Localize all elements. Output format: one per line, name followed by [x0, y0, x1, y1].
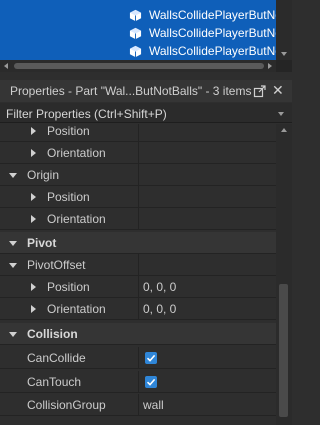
property-row-cantouch[interactable]: CanTouch [0, 371, 276, 393]
scroll-right-icon[interactable] [268, 63, 272, 69]
column-divider [138, 298, 139, 320]
column-divider [138, 124, 139, 142]
filter-properties-input[interactable] [6, 106, 276, 121]
property-label: CanTouch [27, 375, 82, 389]
column-divider [138, 208, 139, 230]
property-label: Orientation [47, 212, 106, 226]
explorer-item-label: WallsCollidePlayerButNotBalls [149, 44, 276, 58]
property-label: Orientation [47, 302, 106, 316]
scroll-up-icon[interactable] [281, 128, 287, 132]
property-row-cancollide[interactable]: CanCollide [0, 347, 276, 369]
property-row-origin[interactable]: Origin [0, 164, 276, 186]
expand-icon[interactable] [31, 149, 36, 157]
scrollbar-thumb[interactable] [279, 284, 288, 417]
explorer-item[interactable]: WallsCollidePlayerButNotBalls [0, 42, 276, 60]
part-icon [129, 27, 142, 40]
explorer-item-label: WallsCollidePlayerButNotBalls [149, 8, 276, 22]
explorer-item-label: WallsCollidePlayerButNotBalls [149, 26, 276, 40]
explorer-panel: WallsCollidePlayerButNotBalls WallsColli… [0, 0, 292, 72]
explorer-item[interactable]: WallsCollidePlayerButNotBalls [0, 6, 276, 24]
collapse-icon[interactable] [9, 332, 17, 337]
cantouch-checkbox[interactable] [145, 376, 157, 388]
property-label: Position [47, 190, 90, 204]
column-divider [138, 347, 139, 369]
undock-icon[interactable] [253, 84, 267, 98]
property-label: Orientation [47, 146, 106, 160]
property-value[interactable]: 0, 0, 0 [143, 276, 176, 298]
property-row-pivotoffset[interactable]: PivotOffset [0, 254, 276, 276]
property-grid: Position Orientation Origin Position Ori… [0, 124, 276, 425]
properties-titlebar: Properties - Part "Wal...ButNotBalls" - … [0, 80, 292, 102]
checkmark-icon [146, 378, 156, 386]
property-row-collisiongroup[interactable]: CollisionGroup wall [0, 394, 276, 416]
scroll-left-icon[interactable] [4, 63, 8, 69]
property-label: CollisionGroup [27, 398, 106, 412]
property-row-origin-position[interactable]: Position [0, 186, 276, 208]
part-icon [129, 45, 142, 58]
property-value[interactable]: 0, 0, 0 [143, 298, 176, 320]
property-row-origin-orientation[interactable]: Orientation [0, 208, 276, 230]
close-icon[interactable]: ✕ [272, 82, 284, 98]
category-label: Pivot [27, 236, 57, 250]
category-collision[interactable]: Collision [0, 323, 276, 345]
property-label: CanCollide [27, 351, 86, 365]
property-row-pivot-orientation[interactable]: Orientation 0, 0, 0 [0, 298, 276, 320]
category-label: Collision [27, 327, 78, 341]
expand-icon[interactable] [31, 283, 36, 291]
scroll-down-icon[interactable] [281, 52, 287, 56]
column-divider [138, 186, 139, 208]
category-pivot[interactable]: Pivot [0, 232, 276, 254]
checkmark-icon [146, 354, 156, 362]
scrollbar-thumb[interactable] [14, 63, 264, 69]
column-divider [138, 394, 139, 416]
filter-dropdown-icon[interactable] [278, 112, 284, 116]
property-row-position[interactable]: Position [0, 124, 276, 142]
column-divider [138, 254, 139, 276]
explorer-vertical-scrollbar[interactable] [276, 0, 292, 60]
column-divider [138, 164, 139, 186]
collapse-icon[interactable] [9, 263, 17, 268]
part-icon [129, 9, 142, 22]
expand-icon[interactable] [31, 193, 36, 201]
expand-icon[interactable] [31, 127, 36, 135]
cancollide-checkbox[interactable] [145, 352, 157, 364]
property-row-orientation[interactable]: Orientation [0, 142, 276, 164]
explorer-selection-list: WallsCollidePlayerButNotBalls WallsColli… [0, 0, 276, 60]
explorer-horizontal-scrollbar[interactable] [0, 60, 276, 72]
property-label: Position [47, 124, 90, 138]
properties-title: Properties - Part "Wal...ButNotBalls" - … [10, 84, 252, 98]
filter-bar [0, 103, 292, 123]
column-divider [138, 276, 139, 298]
property-value[interactable]: wall [143, 394, 164, 416]
property-label: Position [47, 280, 90, 294]
column-divider [138, 142, 139, 164]
explorer-item[interactable]: WallsCollidePlayerButNotBalls [0, 24, 276, 42]
collapse-icon[interactable] [9, 241, 17, 246]
property-row-pivot-position[interactable]: Position 0, 0, 0 [0, 276, 276, 298]
collapse-icon[interactable] [9, 173, 17, 178]
expand-icon[interactable] [31, 305, 36, 313]
property-label: PivotOffset [27, 258, 86, 272]
properties-vertical-scrollbar[interactable] [276, 124, 292, 425]
column-divider [138, 371, 139, 393]
property-label: Origin [27, 168, 60, 182]
expand-icon[interactable] [31, 215, 36, 223]
